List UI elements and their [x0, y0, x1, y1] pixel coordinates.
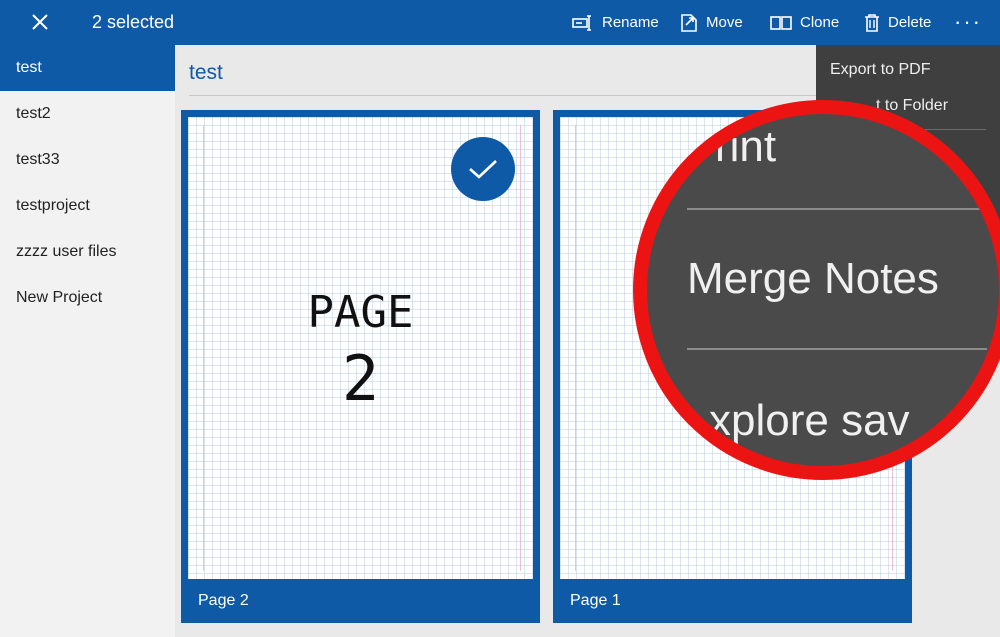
rename-button[interactable]: Rename	[572, 0, 659, 45]
sidebar-item-new-project[interactable]: New Project	[0, 275, 175, 321]
rename-icon	[572, 14, 591, 31]
close-selection-button[interactable]	[22, 4, 58, 40]
selected-check-badge[interactable]	[451, 137, 515, 201]
thumbnail-text-line1: PAGE	[307, 287, 414, 338]
page-thumbnail: PAGE 2	[188, 117, 533, 579]
move-button[interactable]: Move	[680, 0, 743, 45]
checkmark-icon	[469, 160, 497, 179]
trash-icon	[865, 13, 879, 32]
page-card-page-2[interactable]: PAGE 2 Page 2	[181, 110, 540, 623]
magnified-divider	[687, 208, 987, 210]
more-options-button[interactable]: ···	[954, 9, 982, 35]
clone-label: Clone	[800, 14, 840, 31]
clone-button[interactable]: Clone	[770, 0, 839, 45]
magnifier-callout: rint Merge Notes xplore sav	[633, 100, 1000, 480]
command-bar: 2 selected Rename Move Clone Delete ···	[0, 0, 1000, 45]
page-title: test	[189, 61, 223, 84]
page-card-label: Page 2	[198, 592, 249, 609]
magnified-divider	[687, 348, 987, 350]
sidebar-item-test[interactable]: test	[0, 45, 175, 91]
magnified-explore-fragment: xplore sav	[709, 396, 910, 445]
clone-icon	[770, 15, 792, 30]
page-card-label: Page 1	[570, 592, 621, 609]
selection-count: 2 selected	[92, 12, 175, 32]
thumbnail-text-line2: 2	[341, 342, 380, 415]
move-icon	[681, 13, 697, 32]
menu-item-export-pdf[interactable]: Export to PDF	[830, 61, 930, 79]
delete-button[interactable]: Delete	[864, 0, 931, 45]
rename-label: Rename	[602, 14, 659, 31]
sidebar-item-testproject[interactable]: testproject	[0, 183, 175, 229]
sidebar-item-test2[interactable]: test2	[0, 91, 175, 137]
magnified-print-fragment: rint	[715, 122, 777, 171]
sidebar-item-zzzz-user-files[interactable]: zzzz user files	[0, 229, 175, 275]
sidebar-item-test33[interactable]: test33	[0, 137, 175, 183]
close-icon	[32, 14, 48, 30]
delete-label: Delete	[888, 14, 932, 31]
project-sidebar: test test2 test33 testproject zzzz user …	[0, 45, 175, 637]
move-label: Move	[706, 14, 743, 31]
magnified-merge-notes-item[interactable]: Merge Notes	[687, 254, 939, 304]
